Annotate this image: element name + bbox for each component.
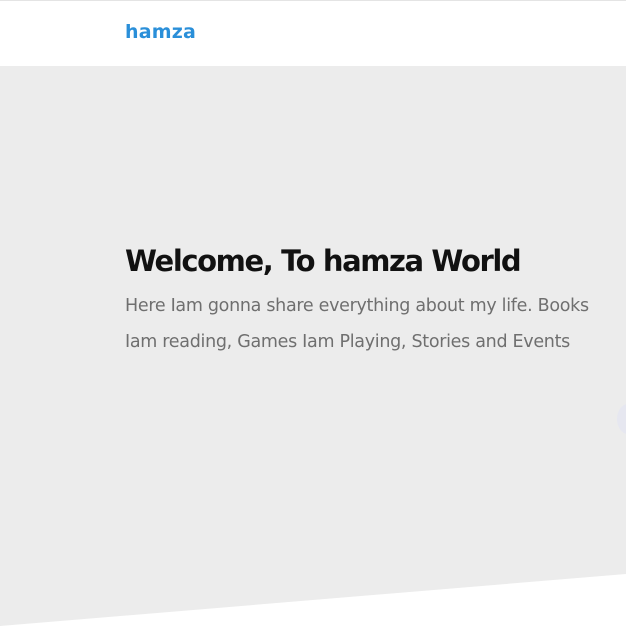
hero-description: Here Iam gonna share everything about my… <box>125 296 589 352</box>
brand-logo[interactable]: hamza <box>125 21 196 43</box>
hero-title: Welcome, To hamza World <box>125 244 522 278</box>
navbar: hamza <box>0 0 626 66</box>
page: hamza Welcome, To hamza World Here Iam g… <box>0 0 626 626</box>
